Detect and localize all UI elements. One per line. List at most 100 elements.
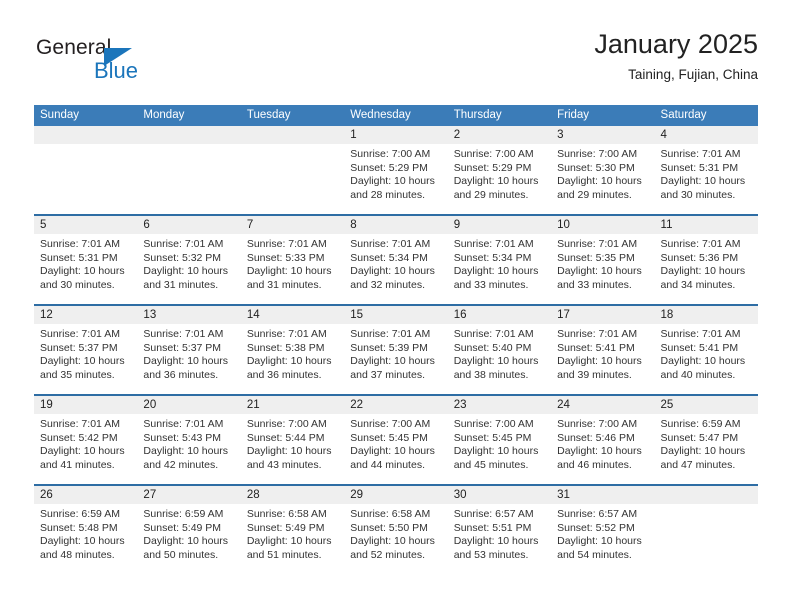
day-cell[interactable]: Sunrise: 6:59 AM Sunset: 5:47 PM Daylight:…	[655, 414, 758, 484]
day-sunrise-text: Sunrise: 7:00 AM	[246, 418, 327, 430]
day-sunrise-text: Sunrise: 7:01 AM	[40, 328, 120, 340]
weekday-header-tuesday: Tuesday	[246, 109, 291, 121]
day-number[interactable]: 17	[551, 306, 654, 324]
day-cell[interactable]: Sunrise: 7:00 AM Sunset: 5:45 PM Daylight:…	[344, 414, 447, 484]
day-cell[interactable]: Sunrise: 6:57 AM Sunset: 5:52 PM Daylight:…	[551, 504, 654, 574]
day-cell[interactable]: Sunrise: 7:01 AM Sunset: 5:40 PM Daylight:…	[448, 324, 551, 394]
day-number[interactable]: 30	[448, 486, 551, 504]
day-number[interactable]: 18	[655, 306, 758, 324]
day-number[interactable]: 12	[34, 306, 137, 324]
day-cell[interactable]: Sunrise: 7:01 AM Sunset: 5:41 PM Daylight:…	[655, 324, 758, 394]
day-number[interactable]: 5	[34, 216, 137, 234]
day-cell[interactable]: Sunrise: 6:58 AM Sunset: 5:50 PM Daylight:…	[344, 504, 447, 574]
day-daylight-1-text: Daylight: 10 hours	[557, 445, 642, 458]
day-number[interactable]: 24	[551, 396, 654, 414]
day-number-empty	[137, 126, 240, 144]
day-number[interactable]: 13	[137, 306, 240, 324]
day-sunrise-text: Sunrise: 7:01 AM	[246, 238, 327, 250]
day-cell[interactable]: Sunrise: 7:01 AM Sunset: 5:37 PM Daylight:…	[137, 324, 240, 394]
day-sunset-text: Sunset: 5:41 PM	[660, 341, 739, 354]
day-number[interactable]: 26	[34, 486, 137, 504]
day-cell[interactable]: Sunrise: 7:01 AM Sunset: 5:39 PM Daylight:…	[344, 324, 447, 394]
day-sunrise-text: Sunrise: 7:01 AM	[453, 328, 534, 340]
day-number[interactable]: 9	[448, 216, 551, 234]
day-cell[interactable]: Sunrise: 7:01 AM Sunset: 5:42 PM Daylight:…	[34, 414, 137, 484]
day-cell[interactable]: Sunrise: 7:01 AM Sunset: 5:35 PM Daylight:…	[551, 234, 654, 304]
day-number[interactable]: 10	[551, 216, 654, 234]
day-number-empty	[655, 486, 758, 504]
day-cell-empty	[34, 144, 137, 214]
day-cell[interactable]: Sunrise: 7:00 AM Sunset: 5:30 PM Daylight:…	[551, 144, 654, 214]
day-cell[interactable]: Sunrise: 6:57 AM Sunset: 5:51 PM Daylight:…	[448, 504, 551, 574]
day-number[interactable]: 22	[344, 396, 447, 414]
day-number[interactable]: 19	[34, 396, 137, 414]
day-cell[interactable]: Sunrise: 7:00 AM Sunset: 5:29 PM Daylight:…	[344, 144, 447, 214]
day-sunset-text: Sunset: 5:44 PM	[246, 431, 325, 444]
day-cell[interactable]: Sunrise: 7:01 AM Sunset: 5:32 PM Daylight:…	[137, 234, 240, 304]
day-cell[interactable]: Sunrise: 7:00 AM Sunset: 5:44 PM Daylight:…	[241, 414, 344, 484]
day-cell[interactable]: Sunrise: 7:01 AM Sunset: 5:33 PM Daylight:…	[241, 234, 344, 304]
day-daylight-1-text: Daylight: 10 hours	[40, 445, 125, 458]
weekday-header-row: Sunday Monday Tuesday Wednesday Thursday…	[34, 105, 758, 126]
day-daylight-2-text: and 29 minutes.	[557, 188, 632, 201]
day-cell[interactable]: Sunrise: 7:01 AM Sunset: 5:34 PM Daylight:…	[448, 234, 551, 304]
day-number[interactable]: 2	[448, 126, 551, 144]
day-cell[interactable]: Sunrise: 7:01 AM Sunset: 5:31 PM Daylight:…	[655, 144, 758, 214]
weekday-header-thursday: Thursday	[453, 109, 502, 121]
brand-name-general: General	[36, 36, 112, 59]
day-number[interactable]: 4	[655, 126, 758, 144]
day-number[interactable]: 28	[241, 486, 344, 504]
day-number[interactable]: 20	[137, 396, 240, 414]
day-number[interactable]: 11	[655, 216, 758, 234]
day-daylight-2-text: and 41 minutes.	[40, 458, 115, 471]
day-daylight-2-text: and 30 minutes.	[660, 188, 736, 201]
day-daylight-2-text: and 54 minutes.	[557, 548, 632, 561]
brand-name-blue: Blue	[94, 58, 139, 83]
day-sunrise-text: Sunrise: 7:01 AM	[557, 238, 638, 250]
day-daylight-1-text: Daylight: 10 hours	[453, 175, 539, 188]
day-number[interactable]: 16	[448, 306, 551, 324]
day-daylight-1-text: Daylight: 10 hours	[453, 355, 539, 368]
day-number[interactable]: 1	[344, 126, 447, 144]
day-cell[interactable]: Sunrise: 7:01 AM Sunset: 5:36 PM Daylight:…	[655, 234, 758, 304]
day-number[interactable]: 31	[551, 486, 654, 504]
day-cell[interactable]: Sunrise: 6:59 AM Sunset: 5:49 PM Daylight:…	[137, 504, 240, 574]
day-sunrise-text: Sunrise: 6:57 AM	[453, 508, 534, 520]
day-sunrise-text: Sunrise: 6:57 AM	[557, 508, 638, 520]
day-cell[interactable]: Sunrise: 7:01 AM Sunset: 5:38 PM Daylight:…	[241, 324, 344, 394]
day-sunrise-text: Sunrise: 7:01 AM	[143, 418, 224, 430]
day-number[interactable]: 23	[448, 396, 551, 414]
day-number[interactable]: 8	[344, 216, 447, 234]
day-number[interactable]: 3	[551, 126, 654, 144]
day-daylight-2-text: and 31 minutes.	[246, 278, 322, 291]
brand-logo[interactable]: General Blue	[34, 36, 274, 92]
calendar-grid: Sunday Monday Tuesday Wednesday Thursday…	[34, 105, 758, 574]
day-number[interactable]: 29	[344, 486, 447, 504]
day-number[interactable]: 7	[241, 216, 344, 234]
day-cell[interactable]: Sunrise: 7:01 AM Sunset: 5:43 PM Daylight:…	[137, 414, 240, 484]
week-day-body-band: Sunrise: 6:59 AM Sunset: 5:48 PM Daylight:…	[34, 504, 758, 574]
week-day-number-band: 12 13 14 15 16 17 18	[34, 306, 758, 324]
day-number[interactable]: 14	[241, 306, 344, 324]
day-cell[interactable]: Sunrise: 7:01 AM Sunset: 5:31 PM Daylight:…	[34, 234, 137, 304]
day-number[interactable]: 25	[655, 396, 758, 414]
day-cell[interactable]: Sunrise: 7:01 AM Sunset: 5:34 PM Daylight:…	[344, 234, 447, 304]
day-cell[interactable]: Sunrise: 7:00 AM Sunset: 5:45 PM Daylight:…	[448, 414, 551, 484]
day-number[interactable]: 6	[137, 216, 240, 234]
day-cell[interactable]: Sunrise: 7:00 AM Sunset: 5:46 PM Daylight:…	[551, 414, 654, 484]
day-sunrise-text: Sunrise: 6:58 AM	[246, 508, 327, 520]
day-cell[interactable]: Sunrise: 6:58 AM Sunset: 5:49 PM Daylight:…	[241, 504, 344, 574]
day-cell[interactable]: Sunrise: 7:01 AM Sunset: 5:41 PM Daylight:…	[551, 324, 654, 394]
page-header: General Blue January 2025 Taining, Fujia…	[34, 28, 758, 90]
day-cell[interactable]: Sunrise: 6:59 AM Sunset: 5:48 PM Daylight:…	[34, 504, 137, 574]
week-day-body-band: Sunrise: 7:01 AM Sunset: 5:31 PM Daylight:…	[34, 234, 758, 304]
day-daylight-1-text: Daylight: 10 hours	[453, 535, 539, 548]
day-cell[interactable]: Sunrise: 7:01 AM Sunset: 5:37 PM Daylight:…	[34, 324, 137, 394]
day-number[interactable]: 21	[241, 396, 344, 414]
day-cell[interactable]: Sunrise: 7:00 AM Sunset: 5:29 PM Daylight:…	[448, 144, 551, 214]
day-sunrise-text: Sunrise: 6:59 AM	[660, 418, 741, 430]
day-daylight-1-text: Daylight: 10 hours	[660, 355, 746, 368]
day-sunset-text: Sunset: 5:40 PM	[453, 341, 532, 354]
day-number[interactable]: 15	[344, 306, 447, 324]
day-number[interactable]: 27	[137, 486, 240, 504]
